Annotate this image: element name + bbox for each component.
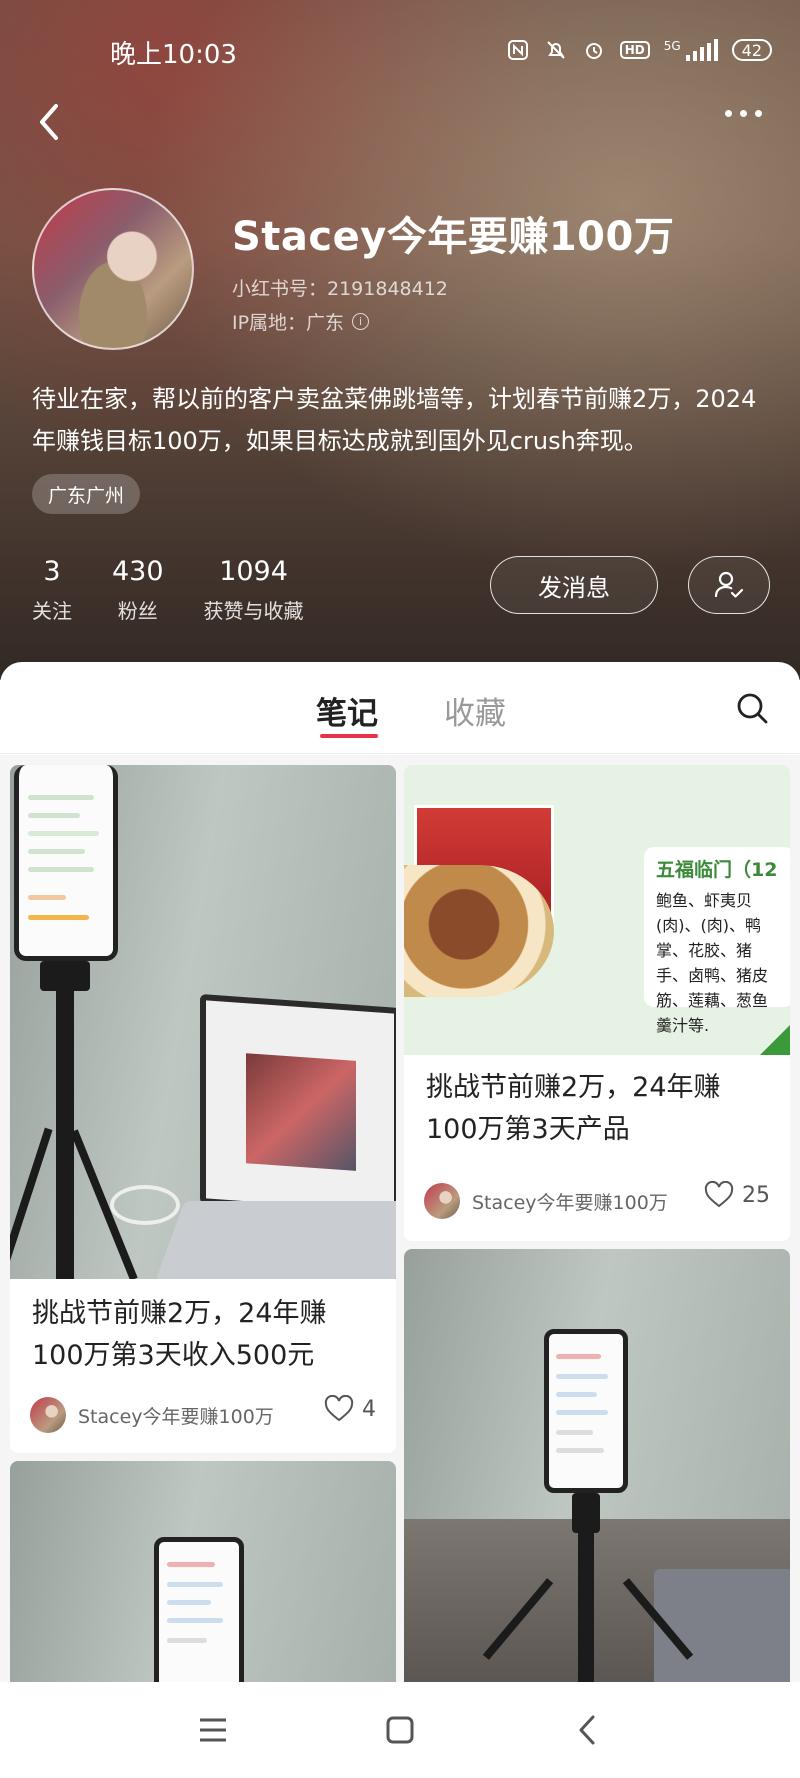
note-card[interactable] <box>404 1249 790 1682</box>
menu-icon <box>200 1718 227 1742</box>
profile-header: 晚上10:03 HD 5G 42 Stacey今年要赚100万 小红书号：219… <box>0 0 800 680</box>
ip-location-text: IP属地：广东 <box>232 312 345 334</box>
tab-notes[interactable]: 笔记 <box>316 688 378 733</box>
search-button[interactable] <box>734 690 770 726</box>
username: Stacey今年要赚100万 <box>232 214 675 260</box>
notes-feed: 挑战节前赚2万，24年赚100万第3天收入500元 Stacey今年要赚100万… <box>0 755 800 1682</box>
follow-user-button[interactable] <box>688 556 770 614</box>
system-nav-bar <box>0 1682 800 1778</box>
like-button[interactable]: 25 <box>704 1181 770 1209</box>
alarm-icon <box>582 38 606 62</box>
battery-level: 42 <box>741 40 762 60</box>
menu-button[interactable] <box>193 1710 233 1750</box>
note-title: 挑战节前赚2万，24年赚100万第3天产品 <box>426 1072 721 1145</box>
active-tab-indicator <box>320 734 378 738</box>
nfc-icon <box>506 38 530 62</box>
hd-icon: HD <box>619 41 650 59</box>
food-info-panel: 五福临门（12 鲍鱼、虾夷贝(肉)、(肉)、鸭掌、花胶、猪手、卤鸭、猪皮筋、莲藕… <box>644 847 790 1035</box>
like-count: 25 <box>742 1182 770 1208</box>
stats-row: 3 关注 430 粉丝 1094 获赞与收藏 <box>32 556 304 624</box>
tab-bar: 笔记 收藏 <box>0 662 800 754</box>
back-button[interactable] <box>32 100 68 144</box>
user-id: 小红书号：2191848412 <box>232 278 448 300</box>
system-back-button[interactable] <box>567 1710 607 1750</box>
note-cover-image: 五福临门（12 鲍鱼、虾夷贝(肉)、(肉)、鸭掌、花胶、猪手、卤鸭、猪皮筋、莲藕… <box>404 765 790 1055</box>
note-card[interactable]: 五福临门（12 鲍鱼、虾夷贝(肉)、(肉)、鸭掌、花胶、猪手、卤鸭、猪皮筋、莲藕… <box>404 765 790 1241</box>
stat-label: 关注 <box>32 599 72 623</box>
note-cover-image <box>404 1249 790 1682</box>
food-panel-text: 鲍鱼、虾夷贝(肉)、(肉)、鸭掌、花胶、猪手、卤鸭、猪皮筋、莲藕、葱鱼羹汁等. <box>656 891 769 1035</box>
stat-num: 430 <box>112 556 164 587</box>
author-name: Stacey今年要赚100万 <box>472 1191 668 1214</box>
tab-collections[interactable]: 收藏 <box>444 688 506 733</box>
stat-num: 3 <box>43 556 61 587</box>
author-avatar <box>30 1397 66 1433</box>
ip-location: IP属地：广东 i <box>232 308 370 335</box>
user-check-icon <box>714 571 744 598</box>
send-message-button[interactable]: 发消息 <box>490 556 658 614</box>
signal-icon: 5G <box>664 39 718 61</box>
note-author[interactable]: Stacey今年要赚100万 <box>30 1397 274 1433</box>
info-icon[interactable]: i <box>352 313 370 330</box>
stat-followers[interactable]: 430 粉丝 <box>112 556 164 624</box>
bio: 待业在家，帮以前的客户卖盆菜佛跳墙等，计划春节前赚2万，2024年赚钱目标100… <box>32 385 757 455</box>
stat-likes-collections[interactable]: 1094 获赞与收藏 <box>204 556 304 624</box>
like-count: 4 <box>362 1396 376 1422</box>
food-panel-title: 五福临门（12 <box>656 859 778 881</box>
note-cover-image <box>10 765 396 1279</box>
home-button[interactable] <box>380 1710 420 1750</box>
status-time: 晚上10:03 <box>110 40 237 70</box>
note-card[interactable]: 挑战节前赚2万，24年赚100万第3天收入500元 Stacey今年要赚100万… <box>10 765 396 1453</box>
like-button[interactable]: 4 <box>324 1395 376 1423</box>
search-icon <box>737 693 768 724</box>
home-square-icon <box>386 1716 414 1744</box>
stat-following[interactable]: 3 关注 <box>32 556 72 624</box>
network-type: 5G <box>663 39 681 53</box>
more-options-button[interactable] <box>725 110 762 117</box>
author-name: Stacey今年要赚100万 <box>78 1405 274 1428</box>
note-author[interactable]: Stacey今年要赚100万 <box>424 1183 668 1219</box>
back-chevron-icon <box>579 1715 595 1745</box>
stat-label: 粉丝 <box>117 599 158 623</box>
content-panel: 笔记 收藏 挑战节前赚2万，24年赚100万第3天收入500元 Stacey今年… <box>0 662 800 1682</box>
mute-bell-icon <box>544 38 568 62</box>
note-card[interactable] <box>10 1461 396 1682</box>
location-tag: 广东广州 <box>32 474 141 514</box>
status-icons: HD 5G 42 <box>506 38 772 62</box>
avatar[interactable] <box>32 188 194 350</box>
heart-icon <box>324 1395 354 1422</box>
note-cover-image <box>10 1461 396 1682</box>
note-title: 挑战节前赚2万，24年赚100万第3天收入500元 <box>32 1298 327 1371</box>
stat-num: 1094 <box>219 556 288 587</box>
heart-icon <box>704 1181 734 1208</box>
stat-label: 获赞与收藏 <box>203 599 304 623</box>
author-avatar <box>424 1183 460 1219</box>
battery-icon: 42 <box>731 39 772 61</box>
